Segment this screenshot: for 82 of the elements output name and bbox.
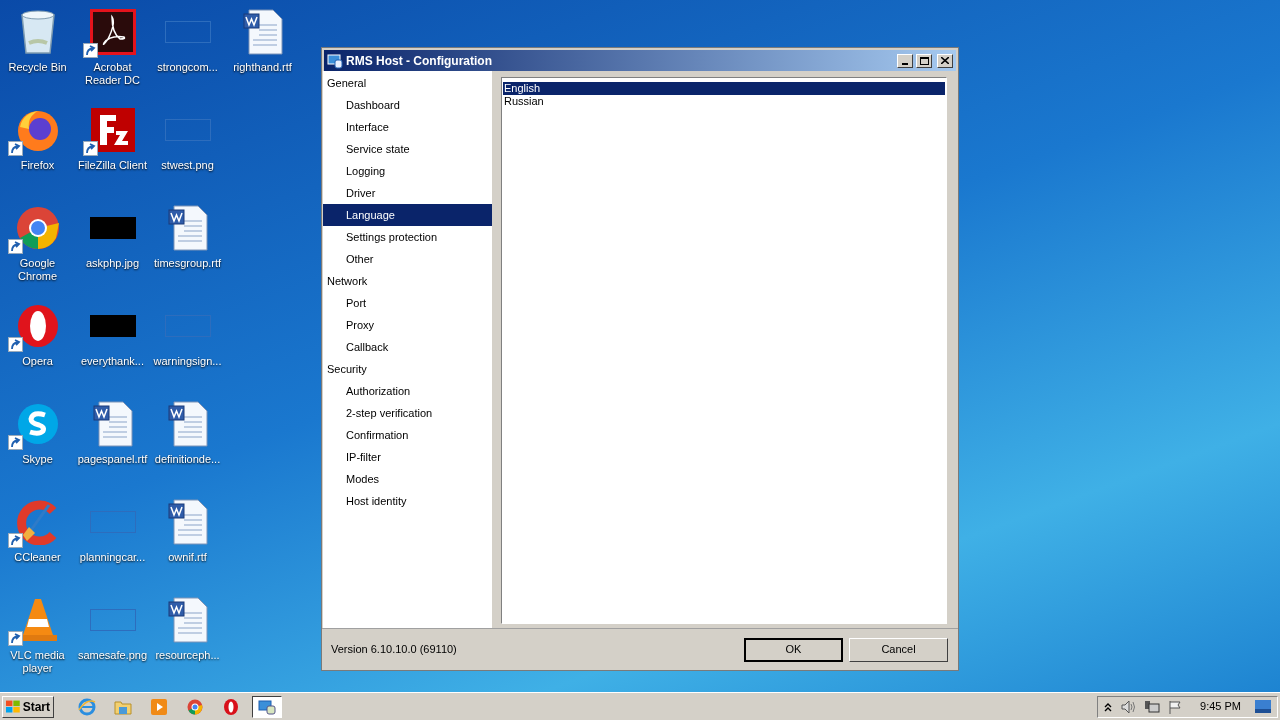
tree-item[interactable]: Port: [323, 292, 492, 314]
desktop-icon-label[interactable]: timesgroup.rtf: [150, 257, 225, 270]
dialog-button[interactable]: OK: [744, 637, 843, 662]
version-label: Version 6.10.10.0 (69110): [331, 642, 458, 658]
flag-icon[interactable]: [1168, 699, 1183, 714]
network-icon[interactable]: [1144, 699, 1161, 714]
start-button[interactable]: Start: [2, 695, 54, 718]
tree-item[interactable]: Host identity: [323, 490, 492, 512]
word-document-icon: [167, 597, 208, 643]
chevron-up-icon[interactable]: [1104, 701, 1113, 712]
desktop-icon-label[interactable]: Opera: [0, 355, 75, 368]
tree-item[interactable]: Dashboard: [323, 94, 492, 116]
tree-item[interactable]: Modes: [323, 468, 492, 490]
minimize-icon: [902, 62, 908, 65]
desktop-icon-label[interactable]: planningcar...: [75, 551, 150, 564]
tree-item[interactable]: IP-filter: [323, 446, 492, 468]
desktop-icon-label[interactable]: definitionde...: [150, 453, 225, 466]
desktop-icon-label[interactable]: Google Chrome: [0, 257, 75, 283]
tree-item[interactable]: Authorization: [323, 380, 492, 402]
word-document-icon: [242, 9, 283, 55]
language-option[interactable]: English: [503, 82, 945, 95]
tree-item[interactable]: Settings protection: [323, 226, 492, 248]
monitor-icon: [327, 52, 343, 69]
word-document-icon: [92, 401, 133, 447]
opera-icon: [223, 697, 239, 716]
desktop-icon-label[interactable]: Firefox: [0, 159, 75, 172]
word-document-icon: [167, 205, 208, 251]
image-thumbnail-icon: [164, 315, 211, 337]
desktop-icon-label[interactable]: Acrobat Reader DC: [75, 61, 150, 87]
dialog-button[interactable]: Cancel: [849, 637, 948, 662]
image-thumbnail-icon: [164, 21, 211, 43]
tree-item[interactable]: Language: [323, 204, 492, 226]
desktop-icon-label[interactable]: stwest.png: [150, 159, 225, 172]
desktop-icon-label[interactable]: pagespanel.rtf: [75, 453, 150, 466]
image-thumbnail-icon: [89, 315, 136, 337]
tree-item[interactable]: Confirmation: [323, 424, 492, 446]
play-icon: [151, 698, 167, 715]
tree-item[interactable]: Driver: [323, 182, 492, 204]
desktop-icon-label[interactable]: VLC media player: [0, 649, 75, 675]
tree-item[interactable]: Proxy: [323, 314, 492, 336]
windows-logo-icon: [6, 699, 21, 714]
taskbar-button[interactable]: [252, 695, 282, 718]
desktop-icon-label[interactable]: ownif.rtf: [150, 551, 225, 564]
word-document-icon: [167, 499, 208, 545]
chrome-icon: [14, 205, 61, 251]
close-button[interactable]: [937, 53, 953, 68]
window-title: RMS Host - Configuration: [346, 52, 493, 70]
monitor-icon: [258, 698, 276, 715]
minimize-button[interactable]: [897, 53, 913, 68]
speaker-icon[interactable]: [1120, 699, 1137, 714]
maximize-icon: [919, 56, 929, 65]
image-thumbnail-icon: [89, 609, 136, 631]
chrome-icon: [187, 698, 203, 715]
folder-icon: [114, 698, 132, 715]
maximize-button[interactable]: [916, 53, 932, 68]
desktop-icon-label[interactable]: FileZilla Client: [75, 159, 150, 172]
tree-item[interactable]: Service state: [323, 138, 492, 160]
tree-item[interactable]: Logging: [323, 160, 492, 182]
desktop-icon-label[interactable]: Skype: [0, 453, 75, 466]
desktop-icon-label[interactable]: warningsign...: [150, 355, 225, 368]
desktop-icon-label[interactable]: CCleaner: [0, 551, 75, 564]
tree-item[interactable]: Interface: [323, 116, 492, 138]
filezilla-icon: [89, 107, 136, 153]
close-icon: [941, 57, 949, 64]
tree-item[interactable]: Callback: [323, 336, 492, 358]
tree-item[interactable]: Network: [323, 270, 492, 292]
acrobat-icon: [89, 9, 136, 55]
desktop-icon-label[interactable]: strongcom...: [150, 61, 225, 74]
clock[interactable]: 9:45 PM: [1200, 698, 1241, 715]
tree-item[interactable]: General: [323, 72, 492, 94]
image-thumbnail-icon: [164, 119, 211, 141]
desktop-icon-label[interactable]: Recycle Bin: [0, 61, 75, 74]
tree-item[interactable]: 2-step verification: [323, 402, 492, 424]
image-thumbnail-icon: [89, 217, 136, 239]
word-document-icon: [167, 401, 208, 447]
tree-item[interactable]: Security: [323, 358, 492, 380]
desktop-icon-label[interactable]: askphp.jpg: [75, 257, 150, 270]
desktop-icon-label[interactable]: everythank...: [75, 355, 150, 368]
browser-icon: [78, 697, 96, 716]
desktop-icon-label[interactable]: righthand.rtf: [225, 61, 300, 74]
language-option[interactable]: Russian: [503, 95, 945, 108]
tree-item[interactable]: Other: [323, 248, 492, 270]
